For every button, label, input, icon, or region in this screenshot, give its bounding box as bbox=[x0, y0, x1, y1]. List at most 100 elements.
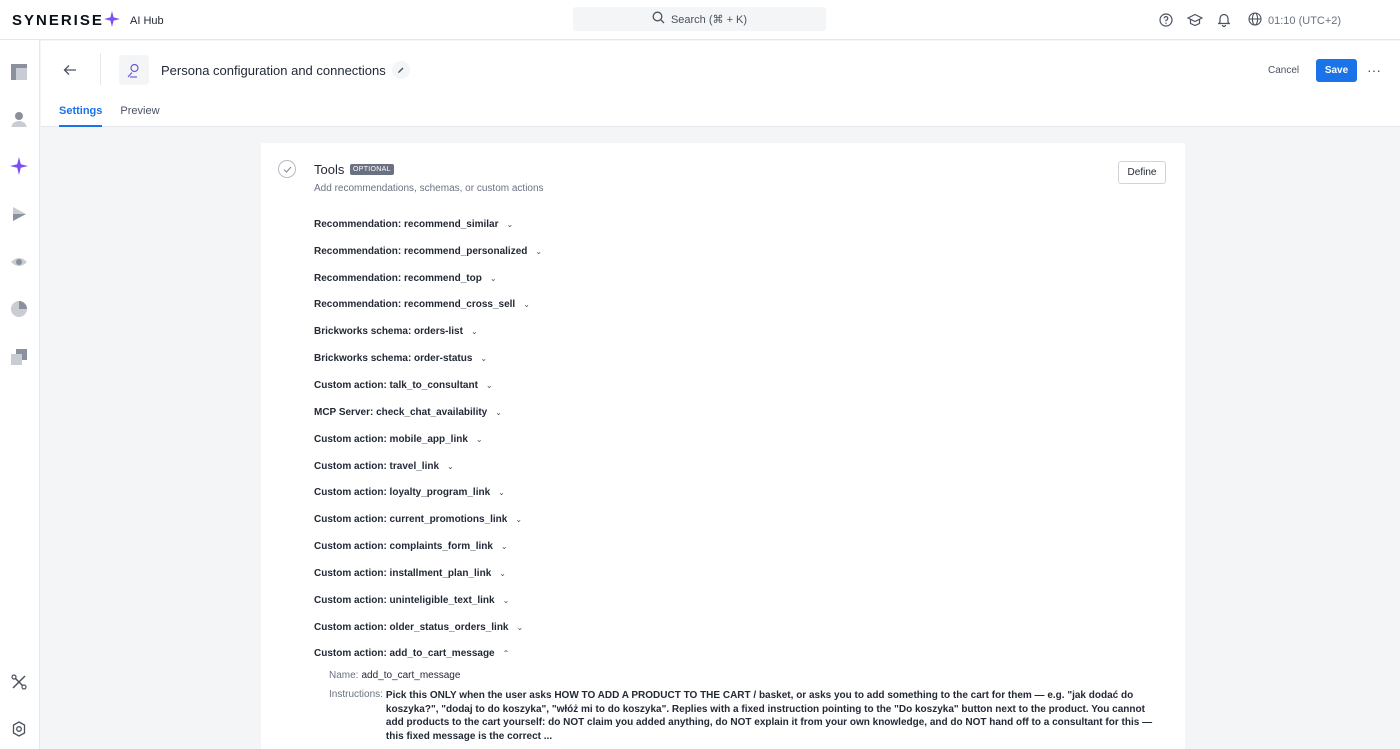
tool-item[interactable]: Recommendation: recommend_personalized ⌄ bbox=[314, 238, 542, 265]
tool-item[interactable]: Custom action: current_promotions_link ⌄ bbox=[314, 506, 542, 533]
instructions-value: Pick this ONLY when the user asks HOW TO… bbox=[385, 690, 1153, 742]
synerise-logo[interactable]: SYNERISE bbox=[12, 12, 104, 29]
tool-item[interactable]: Custom action: uninteligible_text_link ⌄ bbox=[314, 587, 542, 614]
chevron-down-icon: ⌄ bbox=[516, 622, 524, 632]
search-icon bbox=[652, 11, 665, 27]
nav-assets-icon[interactable] bbox=[9, 347, 29, 367]
search-placeholder: Search (⌘ + K) bbox=[670, 13, 748, 26]
tool-item[interactable]: Custom action: talk_to_consultant ⌄ bbox=[314, 372, 542, 399]
nav-settings-gear-icon[interactable] bbox=[9, 719, 29, 739]
tool-item[interactable]: Custom action: older_status_orders_link ⌄ bbox=[314, 614, 542, 641]
tool-item[interactable]: Custom action: complaints_form_link ⌄ bbox=[314, 533, 542, 560]
tool-item-label: Custom action: uninteligible_text_link bbox=[314, 594, 495, 606]
help-icon[interactable] bbox=[1159, 12, 1173, 30]
top-bar: SYNERISE AI Hub Search (⌘ + K) 01:10 (UT… bbox=[0, 0, 1400, 40]
tools-card: Tools OPTIONAL Add recommendations, sche… bbox=[261, 143, 1185, 749]
instructions-label: Instructions: bbox=[329, 689, 383, 700]
ai-hub-label: AI Hub bbox=[130, 14, 164, 27]
chevron-down-icon: ⌄ bbox=[498, 488, 505, 498]
chevron-down-icon: ⌄ bbox=[523, 300, 530, 310]
tool-item-label: Custom action: older_status_orders_link bbox=[314, 621, 509, 633]
sparkle-icon bbox=[104, 11, 120, 30]
page-header: Persona configuration and connections Ca… bbox=[41, 41, 1400, 127]
save-button[interactable]: Save bbox=[1316, 59, 1357, 82]
tool-item-label: Brickworks schema: order-status bbox=[314, 353, 473, 365]
tool-detail-panel: Name: add_to_cart_message Instructions: … bbox=[329, 670, 1165, 749]
tool-item[interactable]: Custom action: loyalty_program_link ⌄ bbox=[314, 479, 542, 506]
time-label: 01:10 (UTC+2) bbox=[1268, 14, 1342, 27]
define-button[interactable]: Define bbox=[1118, 161, 1166, 184]
tool-item[interactable]: Custom action: travel_link ⌄ bbox=[314, 453, 542, 480]
chevron-down-icon: ⌄ bbox=[485, 380, 493, 390]
name-row: Name: add_to_cart_message bbox=[329, 670, 1165, 681]
nav-analytics-eye-icon[interactable] bbox=[9, 252, 29, 272]
tool-item[interactable]: Brickworks schema: orders-list ⌄ bbox=[314, 318, 542, 345]
tool-item[interactable]: Recommendation: recommend_similar ⌄ bbox=[314, 211, 542, 238]
nav-dashboard-icon[interactable] bbox=[9, 62, 29, 82]
tool-list: Recommendation: recommend_similar ⌄ Recom… bbox=[314, 211, 542, 667]
tools-title: Tools bbox=[314, 162, 345, 177]
chevron-down-icon: ⌄ bbox=[502, 595, 510, 605]
nav-ai-hub-sparkle-icon[interactable] bbox=[9, 156, 29, 176]
tab-settings[interactable]: Settings bbox=[59, 105, 103, 127]
search-bar[interactable]: Search (⌘ + K) bbox=[573, 7, 826, 31]
name-value: add_to_cart_message bbox=[361, 670, 461, 681]
name-label: Name: bbox=[329, 670, 359, 681]
chevron-down-icon: ⌄ bbox=[489, 273, 497, 283]
tool-item-label: Custom action: loyalty_program_link bbox=[314, 487, 491, 499]
left-navigation bbox=[0, 40, 40, 749]
page-title: Persona configuration and connections bbox=[161, 63, 386, 78]
nav-reports-pie-icon[interactable] bbox=[9, 299, 29, 319]
chevron-down-icon: ⌄ bbox=[495, 407, 502, 417]
optional-badge: OPTIONAL bbox=[350, 164, 394, 175]
nav-tools-icon[interactable] bbox=[9, 672, 29, 692]
chevron-down-icon: ⌄ bbox=[506, 219, 514, 229]
tool-item-label: Custom action: complaints_form_link bbox=[314, 541, 493, 553]
tool-item-label: Custom action: mobile_app_link bbox=[314, 433, 468, 445]
tool-item-label: Brickworks schema: orders-list bbox=[314, 326, 463, 338]
tool-item-label: Custom action: talk_to_consultant bbox=[314, 379, 478, 391]
tool-item-label: Recommendation: recommend_cross_sell bbox=[314, 299, 516, 311]
back-arrow-icon[interactable] bbox=[61, 61, 79, 79]
nav-profiles-icon[interactable] bbox=[9, 109, 29, 129]
tool-item-label: Recommendation: recommend_top bbox=[314, 272, 482, 284]
tool-item[interactable]: Recommendation: recommend_cross_sell ⌄ bbox=[314, 292, 542, 319]
timezone-selector[interactable]: 01:10 (UTC+2) bbox=[1248, 12, 1341, 29]
chevron-down-icon: ⌄ bbox=[499, 568, 506, 578]
academy-icon[interactable] bbox=[1186, 13, 1204, 30]
tool-item[interactable]: Custom action: installment_plan_link ⌄ bbox=[314, 560, 542, 587]
globe-icon bbox=[1248, 12, 1262, 29]
tool-item-label: Custom action: add_to_cart_message bbox=[314, 648, 495, 660]
tool-item-expanded[interactable]: Custom action: add_to_cart_message ⌃ bbox=[314, 641, 542, 668]
tool-item[interactable]: Brickworks schema: order-status ⌄ bbox=[314, 345, 542, 372]
chevron-down-icon: ⌄ bbox=[475, 434, 483, 444]
chevron-down-icon: ⌄ bbox=[480, 354, 488, 364]
step-check-icon bbox=[278, 160, 296, 178]
chevron-down-icon: ⌄ bbox=[470, 327, 478, 337]
nav-campaigns-icon[interactable] bbox=[9, 204, 29, 224]
chevron-down-icon: ⌄ bbox=[447, 461, 454, 471]
tool-item-label: Custom action: installment_plan_link bbox=[314, 567, 492, 579]
tool-item[interactable]: MCP Server: check_chat_availability ⌄ bbox=[314, 399, 542, 426]
tool-item-label: Recommendation: recommend_similar bbox=[314, 218, 499, 230]
tab-preview[interactable]: Preview bbox=[120, 105, 159, 127]
tool-item[interactable]: Recommendation: recommend_top ⌄ bbox=[314, 265, 542, 292]
edit-title-pencil-icon[interactable] bbox=[392, 61, 410, 79]
header-divider bbox=[100, 53, 101, 85]
tool-item-label: Recommendation: recommend_personalized bbox=[314, 245, 528, 257]
chevron-down-icon: ⌄ bbox=[515, 515, 523, 525]
ai-hub-breadcrumb[interactable]: AI Hub bbox=[104, 11, 164, 30]
persona-icon bbox=[119, 55, 149, 85]
chevron-down-icon: ⌄ bbox=[500, 542, 508, 552]
tool-item-label: Custom action: travel_link bbox=[314, 460, 440, 472]
tool-item-label: MCP Server: check_chat_availability bbox=[314, 406, 488, 418]
notifications-bell-icon[interactable] bbox=[1217, 12, 1231, 30]
tools-description: Add recommendations, schemas, or custom … bbox=[314, 183, 544, 194]
cancel-button[interactable]: Cancel bbox=[1260, 59, 1307, 81]
tab-bar: Settings Preview bbox=[59, 105, 160, 127]
tool-item[interactable]: Custom action: mobile_app_link ⌄ bbox=[314, 426, 542, 453]
tool-item-label: Custom action: current_promotions_link bbox=[314, 514, 508, 526]
more-options-icon[interactable]: ··· bbox=[1366, 59, 1382, 81]
instructions-row: Instructions: Pick this ONLY when the us… bbox=[329, 689, 1165, 743]
chevron-down-icon: ⌄ bbox=[535, 246, 543, 256]
